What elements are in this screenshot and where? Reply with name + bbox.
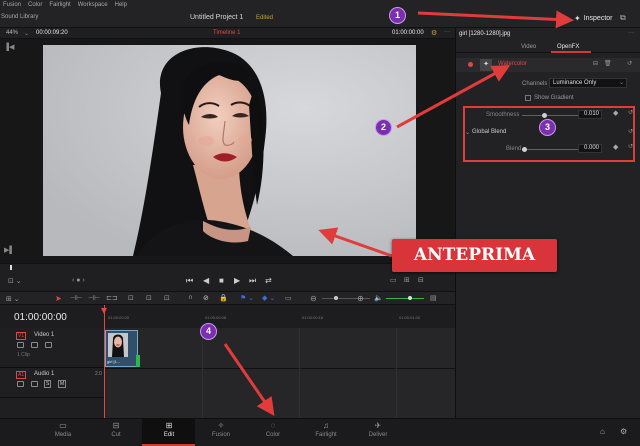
arrow-to-color-page [223, 343, 275, 416]
step-badge-2: 2 [375, 119, 392, 136]
step-badge-4: 4 [200, 323, 217, 340]
step-badge-1: 1 [389, 7, 406, 24]
step-badge-3: 3 [539, 119, 556, 136]
arrow-to-inspector [417, 10, 574, 29]
arrow-to-preview [318, 227, 393, 258]
annotation-arrows [223, 10, 574, 416]
preview-callout: ANTEPRIMA [392, 239, 557, 272]
arrow-to-effect [396, 65, 511, 129]
